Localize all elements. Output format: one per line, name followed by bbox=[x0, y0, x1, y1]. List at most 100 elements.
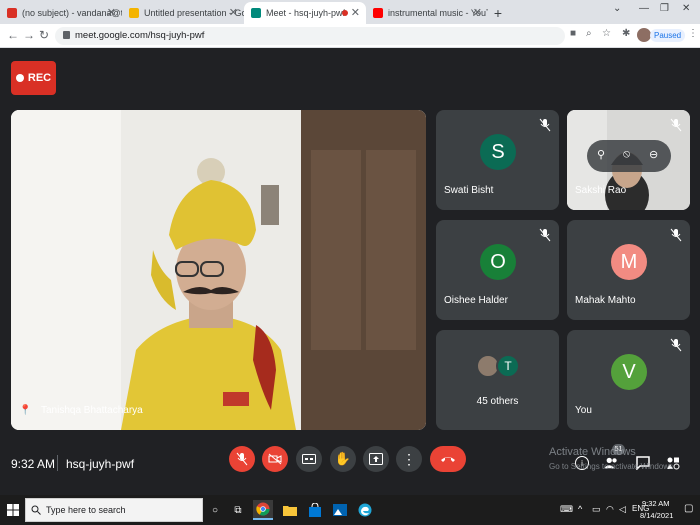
back-icon[interactable]: ← bbox=[7, 28, 19, 42]
avatar: M bbox=[611, 244, 647, 280]
participant-name: Swati Bisht bbox=[444, 185, 494, 196]
search-icon bbox=[31, 505, 41, 515]
profile-status[interactable]: Paused bbox=[650, 29, 686, 42]
extensions-icon[interactable]: ✱ bbox=[622, 28, 630, 39]
self-tile[interactable]: V You bbox=[567, 330, 690, 430]
activate-windows-sub: Go to Settings to activate Windows. bbox=[549, 462, 676, 471]
youtube-icon bbox=[373, 8, 383, 18]
avatar: V bbox=[611, 354, 647, 390]
close-icon[interactable]: ✕ bbox=[229, 6, 238, 19]
store-icon[interactable] bbox=[305, 500, 325, 520]
captions-button[interactable] bbox=[296, 446, 322, 472]
record-icon bbox=[15, 74, 24, 82]
volume-icon[interactable]: ◁ bbox=[619, 504, 626, 515]
windows-start-icon[interactable] bbox=[3, 500, 23, 520]
meeting-code: hsq-juyh-pwf bbox=[66, 457, 135, 471]
menu-kebab-icon[interactable]: ⋮ bbox=[688, 28, 698, 39]
participant-tile[interactable]: O Oishee Halder bbox=[436, 220, 559, 320]
gmail-icon bbox=[7, 8, 17, 18]
remove-icon[interactable]: ⊖ bbox=[649, 148, 658, 161]
tab-title: Meet - hsq-juyh-pwf bbox=[266, 8, 346, 18]
raise-hand-button[interactable]: ✋ bbox=[330, 446, 356, 472]
tab-meet[interactable]: Meet - hsq-juyh-pwf ✕ bbox=[244, 2, 366, 24]
hand-icon: ✋ bbox=[334, 451, 352, 466]
mic-off-icon bbox=[670, 118, 682, 132]
photos-icon[interactable] bbox=[330, 500, 350, 520]
cortana-icon[interactable]: ○ bbox=[205, 500, 225, 520]
participant-name: Sakshi Rao bbox=[575, 185, 627, 196]
taskbar-search-input[interactable]: Type here to search bbox=[25, 498, 203, 522]
reload-icon[interactable]: ↻ bbox=[39, 28, 49, 42]
pin-icon[interactable]: 📍 bbox=[19, 405, 31, 416]
taskbar-date[interactable]: 8/14/2021 bbox=[640, 511, 673, 520]
windows-taskbar: Type here to search ○ ⧉ ⌨ ^ ▭ ◠ ◁ ENG 9:… bbox=[0, 495, 700, 525]
others-count: 45 others bbox=[476, 396, 519, 407]
taskbar-time[interactable]: 9:32 AM bbox=[642, 499, 670, 508]
tile-hover-controls: ⚲ ⦸ ⊖ bbox=[587, 140, 671, 172]
more-vert-icon: ⋮ bbox=[402, 450, 416, 467]
close-icon[interactable]: ✕ bbox=[107, 6, 116, 19]
wifi-icon[interactable]: ◠ bbox=[606, 504, 614, 515]
bookmark-star-icon[interactable]: ☆ bbox=[602, 28, 611, 39]
mic-off-icon bbox=[236, 452, 248, 466]
mic-toggle-button[interactable] bbox=[229, 446, 255, 472]
participant-tile[interactable]: ⚲ ⦸ ⊖ Sakshi Rao bbox=[567, 110, 690, 210]
mic-off-icon bbox=[539, 118, 551, 132]
present-icon bbox=[369, 453, 383, 465]
browser-tab-bar: (no subject) - vandana@theindia ✕ Untitl… bbox=[0, 0, 700, 24]
mic-off-icon[interactable]: ⦸ bbox=[623, 148, 630, 161]
main-video-tile[interactable]: 📍 Tanishqa Bhattacharya bbox=[11, 110, 426, 430]
avatar: O bbox=[480, 244, 516, 280]
participant-name: Tanishqa Bhattacharya bbox=[41, 405, 143, 416]
tab-search-icon[interactable]: ⌄ bbox=[613, 3, 621, 14]
participant-tile[interactable]: M Mahak Mahto bbox=[567, 220, 690, 320]
people-taskbar-icon[interactable]: ⌨ bbox=[560, 504, 573, 515]
address-toolbar: ← → ↻ meet.google.com/hsq-juyh-pwf ■ ⌕ ☆… bbox=[0, 24, 700, 48]
task-view-icon[interactable]: ⧉ bbox=[228, 500, 248, 520]
notifications-icon[interactable]: ▢ bbox=[684, 503, 693, 514]
battery-icon[interactable]: ▭ bbox=[592, 504, 601, 515]
file-explorer-icon[interactable] bbox=[280, 500, 300, 520]
address-bar[interactable]: meet.google.com/hsq-juyh-pwf bbox=[55, 27, 565, 45]
chevron-up-icon[interactable]: ^ bbox=[578, 504, 582, 514]
avatar: S bbox=[480, 134, 516, 170]
leave-call-button[interactable] bbox=[430, 446, 466, 472]
window-close-icon[interactable]: ✕ bbox=[682, 3, 690, 14]
activate-windows-title: Activate Windows bbox=[549, 446, 636, 458]
hang-up-icon bbox=[441, 457, 455, 462]
meet-icon bbox=[251, 8, 261, 18]
mic-off-icon bbox=[539, 228, 551, 242]
camera-toggle-button[interactable] bbox=[262, 446, 288, 472]
more-options-button[interactable]: ⋮ bbox=[396, 446, 422, 472]
avatar: T bbox=[496, 354, 520, 378]
url-text: meet.google.com/hsq-juyh-pwf bbox=[75, 30, 205, 41]
edge-icon[interactable] bbox=[355, 500, 375, 520]
participant-name: Oishee Halder bbox=[444, 295, 508, 306]
meeting-time: 9:32 AM bbox=[11, 457, 56, 471]
recording-dot-icon bbox=[342, 10, 348, 16]
zoom-icon[interactable]: ⌕ bbox=[586, 28, 592, 39]
mic-off-icon bbox=[670, 338, 682, 352]
close-icon[interactable]: ✕ bbox=[473, 6, 482, 19]
meet-area: REC 📍 Tanishqa Bhattacharya S Swati Bish… bbox=[0, 48, 700, 495]
participant-video bbox=[11, 110, 426, 430]
participant-name: You bbox=[575, 405, 592, 416]
chrome-icon[interactable] bbox=[253, 500, 273, 520]
rec-label: REC bbox=[27, 72, 52, 84]
new-tab-button[interactable]: + bbox=[488, 2, 508, 24]
tab-youtube[interactable]: instrumental music - YouTube ✕ bbox=[366, 2, 488, 24]
participant-tile[interactable]: S Swati Bisht bbox=[436, 110, 559, 210]
tab-slides[interactable]: Untitled presentation - Google S ✕ bbox=[122, 2, 244, 24]
profile-avatar[interactable] bbox=[637, 28, 651, 42]
pin-icon[interactable]: ⚲ bbox=[597, 148, 605, 161]
others-tile[interactable]: T 45 others bbox=[436, 330, 559, 430]
minimize-icon[interactable]: — bbox=[639, 3, 649, 14]
present-button[interactable] bbox=[363, 446, 389, 472]
camera-icon[interactable]: ■ bbox=[570, 28, 576, 39]
tab-gmail[interactable]: (no subject) - vandana@theindia ✕ bbox=[0, 2, 122, 24]
close-icon[interactable]: ✕ bbox=[351, 6, 360, 19]
forward-icon[interactable]: → bbox=[23, 28, 35, 42]
lock-icon bbox=[63, 31, 70, 39]
recording-indicator: REC bbox=[11, 61, 56, 95]
restore-icon[interactable]: ❐ bbox=[660, 3, 669, 14]
